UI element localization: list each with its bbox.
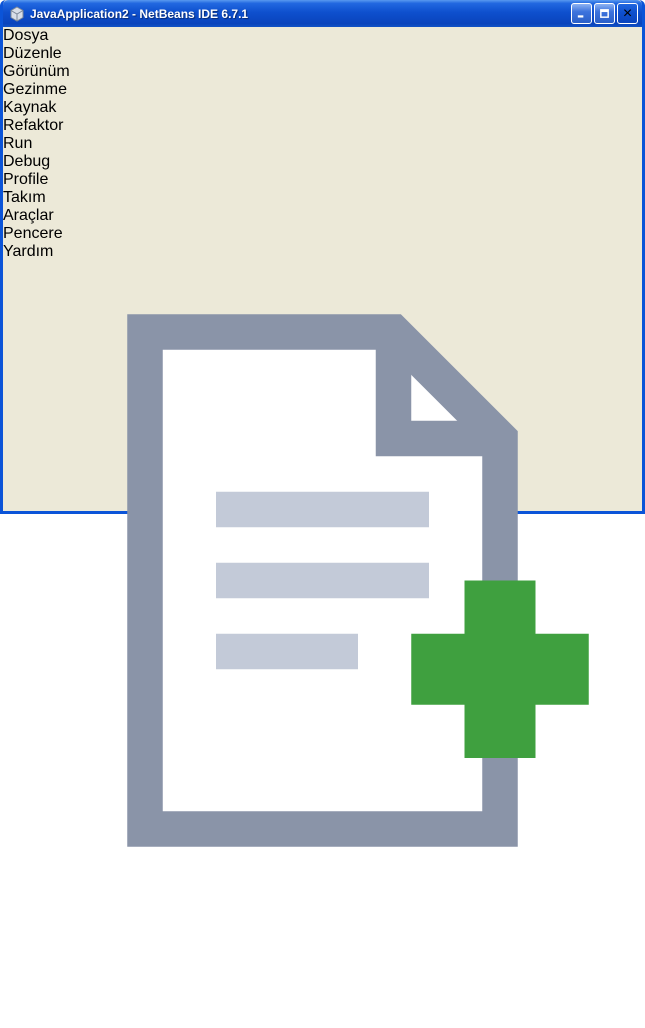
menu-item-1[interactable]: Düzenle <box>3 45 642 63</box>
close-button[interactable]: × <box>617 3 638 24</box>
menu-item-6[interactable]: Run <box>3 135 642 153</box>
title-bar[interactable]: JavaApplication2 - NetBeans IDE 6.7.1 × <box>3 0 642 27</box>
menu-item-3[interactable]: Gezinme <box>3 81 642 99</box>
menu-item-11[interactable]: Pencere <box>3 225 642 243</box>
menu-item-0[interactable]: Dosya <box>3 27 642 45</box>
menu-item-12[interactable]: Yardım <box>3 243 642 261</box>
menu-item-10[interactable]: Araçlar <box>3 207 642 225</box>
main-toolbar: ↶↷<default config>▾▾▾ <box>3 261 642 1028</box>
menu-item-5[interactable]: Refaktor <box>3 117 642 135</box>
menu-item-2[interactable]: Görünüm <box>3 63 642 81</box>
new-file-button[interactable] <box>3 314 642 904</box>
menu-item-8[interactable]: Profile <box>3 171 642 189</box>
maximize-button[interactable] <box>594 3 615 24</box>
menu-item-7[interactable]: Debug <box>3 153 642 171</box>
menu-item-4[interactable]: Kaynak <box>3 99 642 117</box>
menu-item-9[interactable]: Takım <box>3 189 642 207</box>
netbeans-window: JavaApplication2 - NetBeans IDE 6.7.1 × … <box>0 0 645 847</box>
window-title: JavaApplication2 - NetBeans IDE 6.7.1 <box>30 6 249 21</box>
menu-bar: Dosya Düzenle Görünüm Gezinme Kaynak Refaktor… <box>3 27 642 261</box>
minimize-button[interactable] <box>571 3 592 24</box>
netbeans-logo-icon <box>9 5 25 22</box>
